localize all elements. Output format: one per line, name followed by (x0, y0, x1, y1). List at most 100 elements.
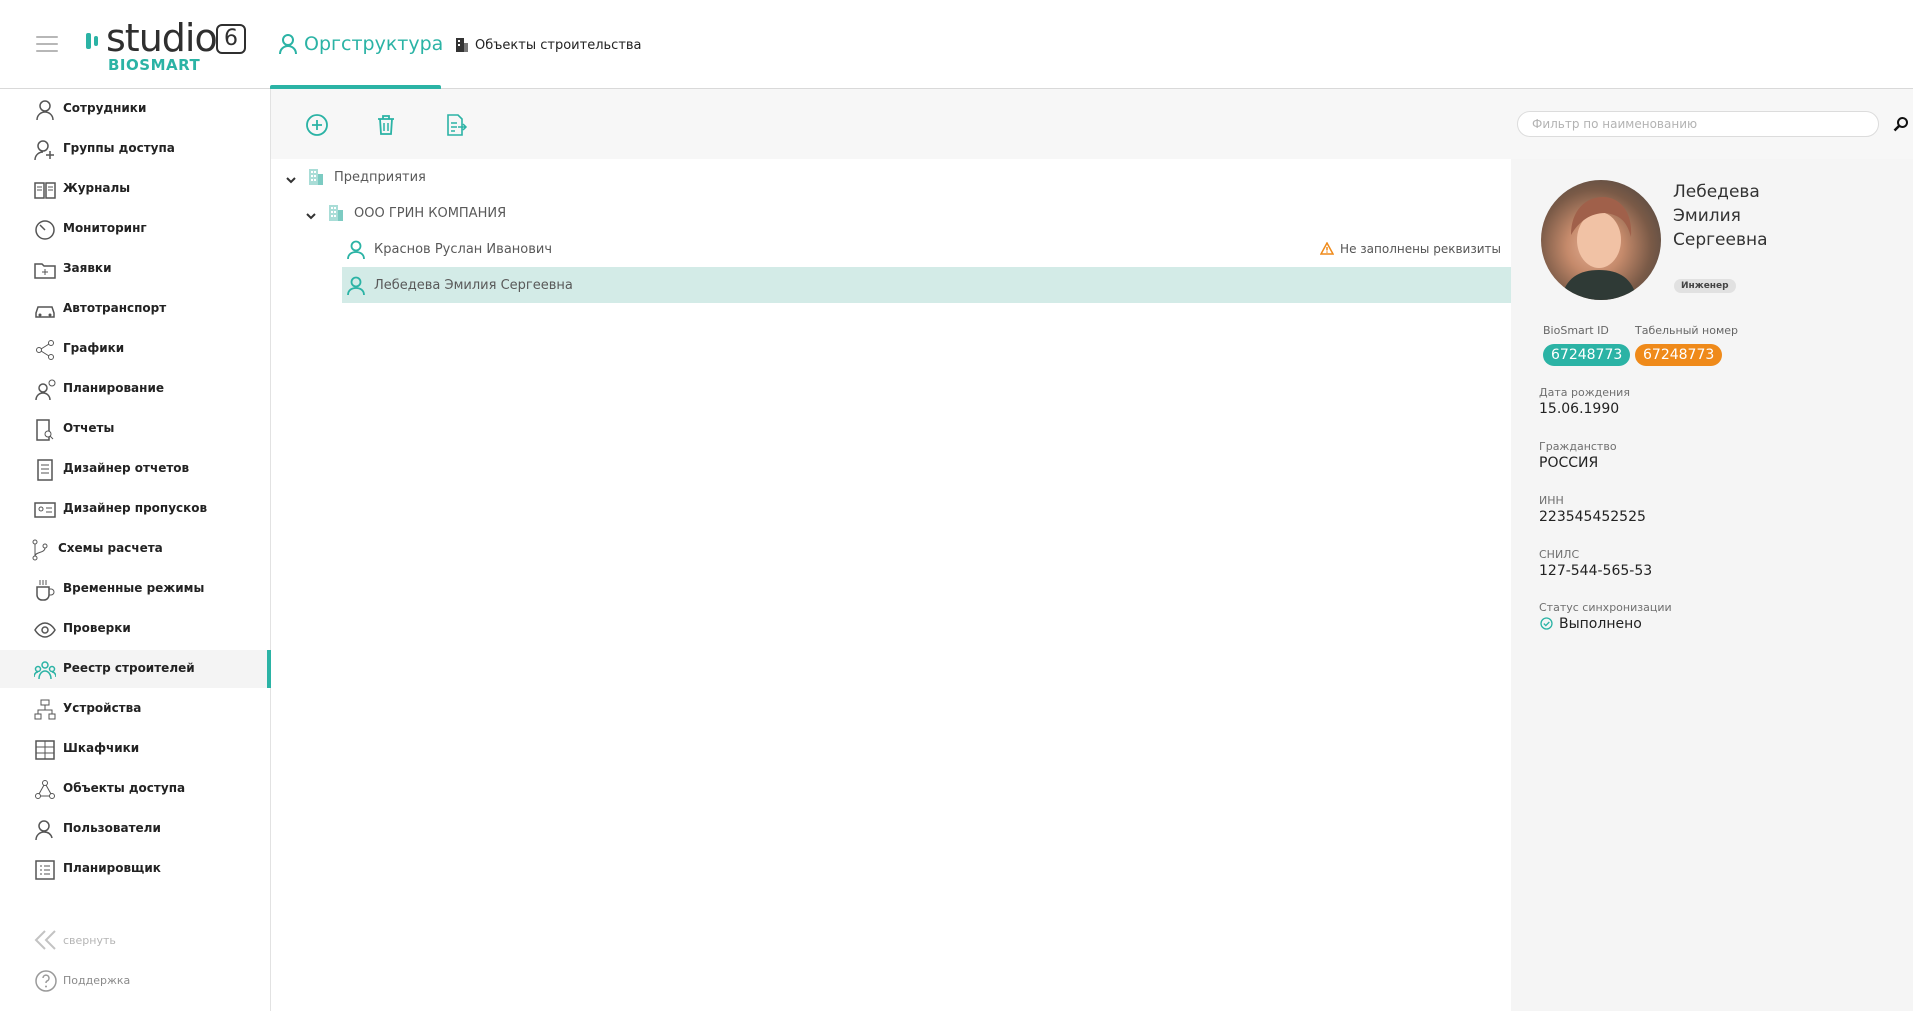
sidebar-item-schedules[interactable]: Графики (0, 330, 271, 368)
sidebar-item-journals[interactable]: Журналы (0, 170, 271, 208)
tree-node-company[interactable]: ООО ГРИН КОМПАНИЯ (271, 195, 1511, 231)
search-icon[interactable] (1893, 116, 1909, 132)
sidebar-item-label: Проверки (63, 621, 131, 635)
avatar (1541, 180, 1661, 300)
id-card-icon (34, 499, 56, 521)
sidebar-item-access-objects[interactable]: Объекты доступа (0, 770, 271, 808)
devices-icon (34, 699, 56, 721)
add-button[interactable] (305, 113, 329, 137)
sidebar-item-access-groups[interactable]: Группы доступа (0, 130, 271, 168)
sidebar-item-label: Автотранспорт (63, 301, 167, 315)
logo-subtitle: BIOSMART (108, 56, 201, 74)
employee-last-name: Лебедева (1673, 182, 1760, 202)
user-icon (34, 99, 56, 121)
employee-patronymic: Сергеевна (1673, 230, 1768, 250)
tree-node-label: Предприятия (334, 170, 426, 185)
tree-node-enterprises[interactable]: Предприятия (271, 159, 1511, 195)
plus-circle-icon (306, 114, 328, 136)
sidebar-item-devices[interactable]: Устройства (0, 690, 271, 728)
user-icon (346, 276, 366, 300)
sidebar: Сотрудники Группы доступа Журналы Монито… (0, 89, 271, 1011)
file-export-icon (447, 114, 468, 136)
app-logo: studio 6 BIOSMART (86, 16, 256, 74)
sidebar-item-label: Сотрудники (63, 101, 147, 115)
birth-date-label: Дата рождения (1539, 386, 1630, 399)
warning-text: Не заполнены реквизиты (1340, 242, 1501, 256)
missing-details-warning: Не заполнены реквизиты (1320, 242, 1501, 256)
eye-icon (34, 619, 56, 641)
sync-status-value: Выполнено (1559, 616, 1642, 632)
sidebar-item-scheduler[interactable]: Планировщик (0, 850, 271, 888)
inn-label: ИНН (1539, 494, 1564, 507)
sidebar-item-label: Графики (63, 341, 125, 355)
birth-date-value: 15.06.1990 (1539, 401, 1620, 417)
building-icon (455, 37, 469, 57)
book-icon (34, 179, 56, 201)
sidebar-item-label: Пользователи (63, 821, 161, 835)
sidebar-item-lockers[interactable]: Шкафчики (0, 730, 271, 768)
sidebar-item-label: Группы доступа (63, 141, 175, 155)
share-icon (34, 339, 56, 361)
filter-input[interactable] (1517, 111, 1879, 137)
snils-value: 127-544-565-53 (1539, 563, 1653, 579)
warning-icon (1320, 242, 1335, 255)
menu-burger-icon[interactable] (36, 36, 58, 54)
user-icon (278, 33, 298, 59)
sidebar-item-pass-designer[interactable]: Дизайнер пропусков (0, 490, 271, 528)
logo-text: studio (106, 16, 218, 60)
chevron-down-icon[interactable] (285, 171, 297, 184)
tree-node-employee[interactable]: Краснов Руслан Иванович Не заполнены рек… (342, 231, 1511, 267)
user-add-icon (34, 819, 56, 841)
tab-number-badge: 67248773 (1635, 344, 1723, 366)
biosmart-id-badge: 67248773 (1543, 344, 1631, 366)
citizenship-label: Гражданство (1539, 440, 1617, 453)
report-design-icon (34, 459, 56, 481)
sidebar-item-label: Устройства (63, 701, 142, 715)
sidebar-item-checks[interactable]: Проверки (0, 610, 271, 648)
list-icon (34, 859, 56, 881)
support-label: Поддержка (63, 974, 131, 987)
sidebar-item-report-designer[interactable]: Дизайнер отчетов (0, 450, 271, 488)
sidebar-item-label: Дизайнер пропусков (63, 501, 208, 515)
trash-icon (378, 115, 394, 135)
sidebar-item-label: Реестр строителей (63, 661, 195, 675)
sidebar-item-label: Отчеты (63, 421, 115, 435)
biosmart-id-label: BioSmart ID (1543, 324, 1609, 337)
app-header: studio 6 BIOSMART Оргструктура Объекты с… (0, 0, 1913, 90)
sidebar-item-vehicles[interactable]: Автотранспорт (0, 290, 271, 328)
employee-card: Лебедева Эмилия Сергеевна Инженер BioSma… (1511, 159, 1913, 1011)
branch-icon (30, 539, 52, 561)
user-icon (346, 240, 366, 264)
sidebar-item-label: Планирование (63, 381, 164, 395)
chevron-down-icon[interactable] (305, 207, 317, 220)
sidebar-item-builders-registry[interactable]: Реестр строителей (0, 650, 271, 688)
snils-label: СНИЛС (1539, 548, 1580, 561)
sidebar-item-time-modes[interactable]: Временные режимы (0, 570, 271, 608)
export-button[interactable] (444, 113, 468, 137)
sidebar-item-reports[interactable]: Отчеты (0, 410, 271, 448)
folder-plus-icon (34, 259, 56, 281)
access-objects-icon (34, 779, 56, 801)
sidebar-item-label: Журналы (63, 181, 131, 195)
sidebar-item-monitoring[interactable]: Мониторинг (0, 210, 271, 248)
sidebar-item-label: Заявки (63, 261, 112, 275)
tree-node-label: ООО ГРИН КОМПАНИЯ (354, 206, 507, 221)
sidebar-item-label: Временные режимы (63, 581, 205, 595)
sidebar-item-label: Схемы расчета (58, 541, 163, 555)
report-search-icon (34, 419, 56, 441)
sidebar-item-employees[interactable]: Сотрудники (0, 90, 271, 128)
sidebar-item-users[interactable]: Пользователи (0, 810, 271, 848)
tab-label: Оргструктура (304, 33, 444, 55)
tab-orgstructure[interactable]: Оргструктура (270, 0, 444, 90)
delete-button[interactable] (374, 113, 398, 137)
sidebar-item-requests[interactable]: Заявки (0, 250, 271, 288)
sidebar-item-calc-schemes[interactable]: Схемы расчета (0, 530, 271, 568)
sidebar-item-planning[interactable]: Планирование (0, 370, 271, 408)
tree-node-employee-selected[interactable]: Лебедева Эмилия Сергеевна (342, 267, 1511, 303)
employee-name: Краснов Руслан Иванович (374, 242, 553, 257)
logo-version: 6 (216, 24, 246, 54)
building-icon (327, 204, 345, 226)
collapse-label: свернуть (63, 934, 116, 947)
users-plus-icon (34, 139, 56, 161)
lockers-icon (34, 739, 56, 761)
